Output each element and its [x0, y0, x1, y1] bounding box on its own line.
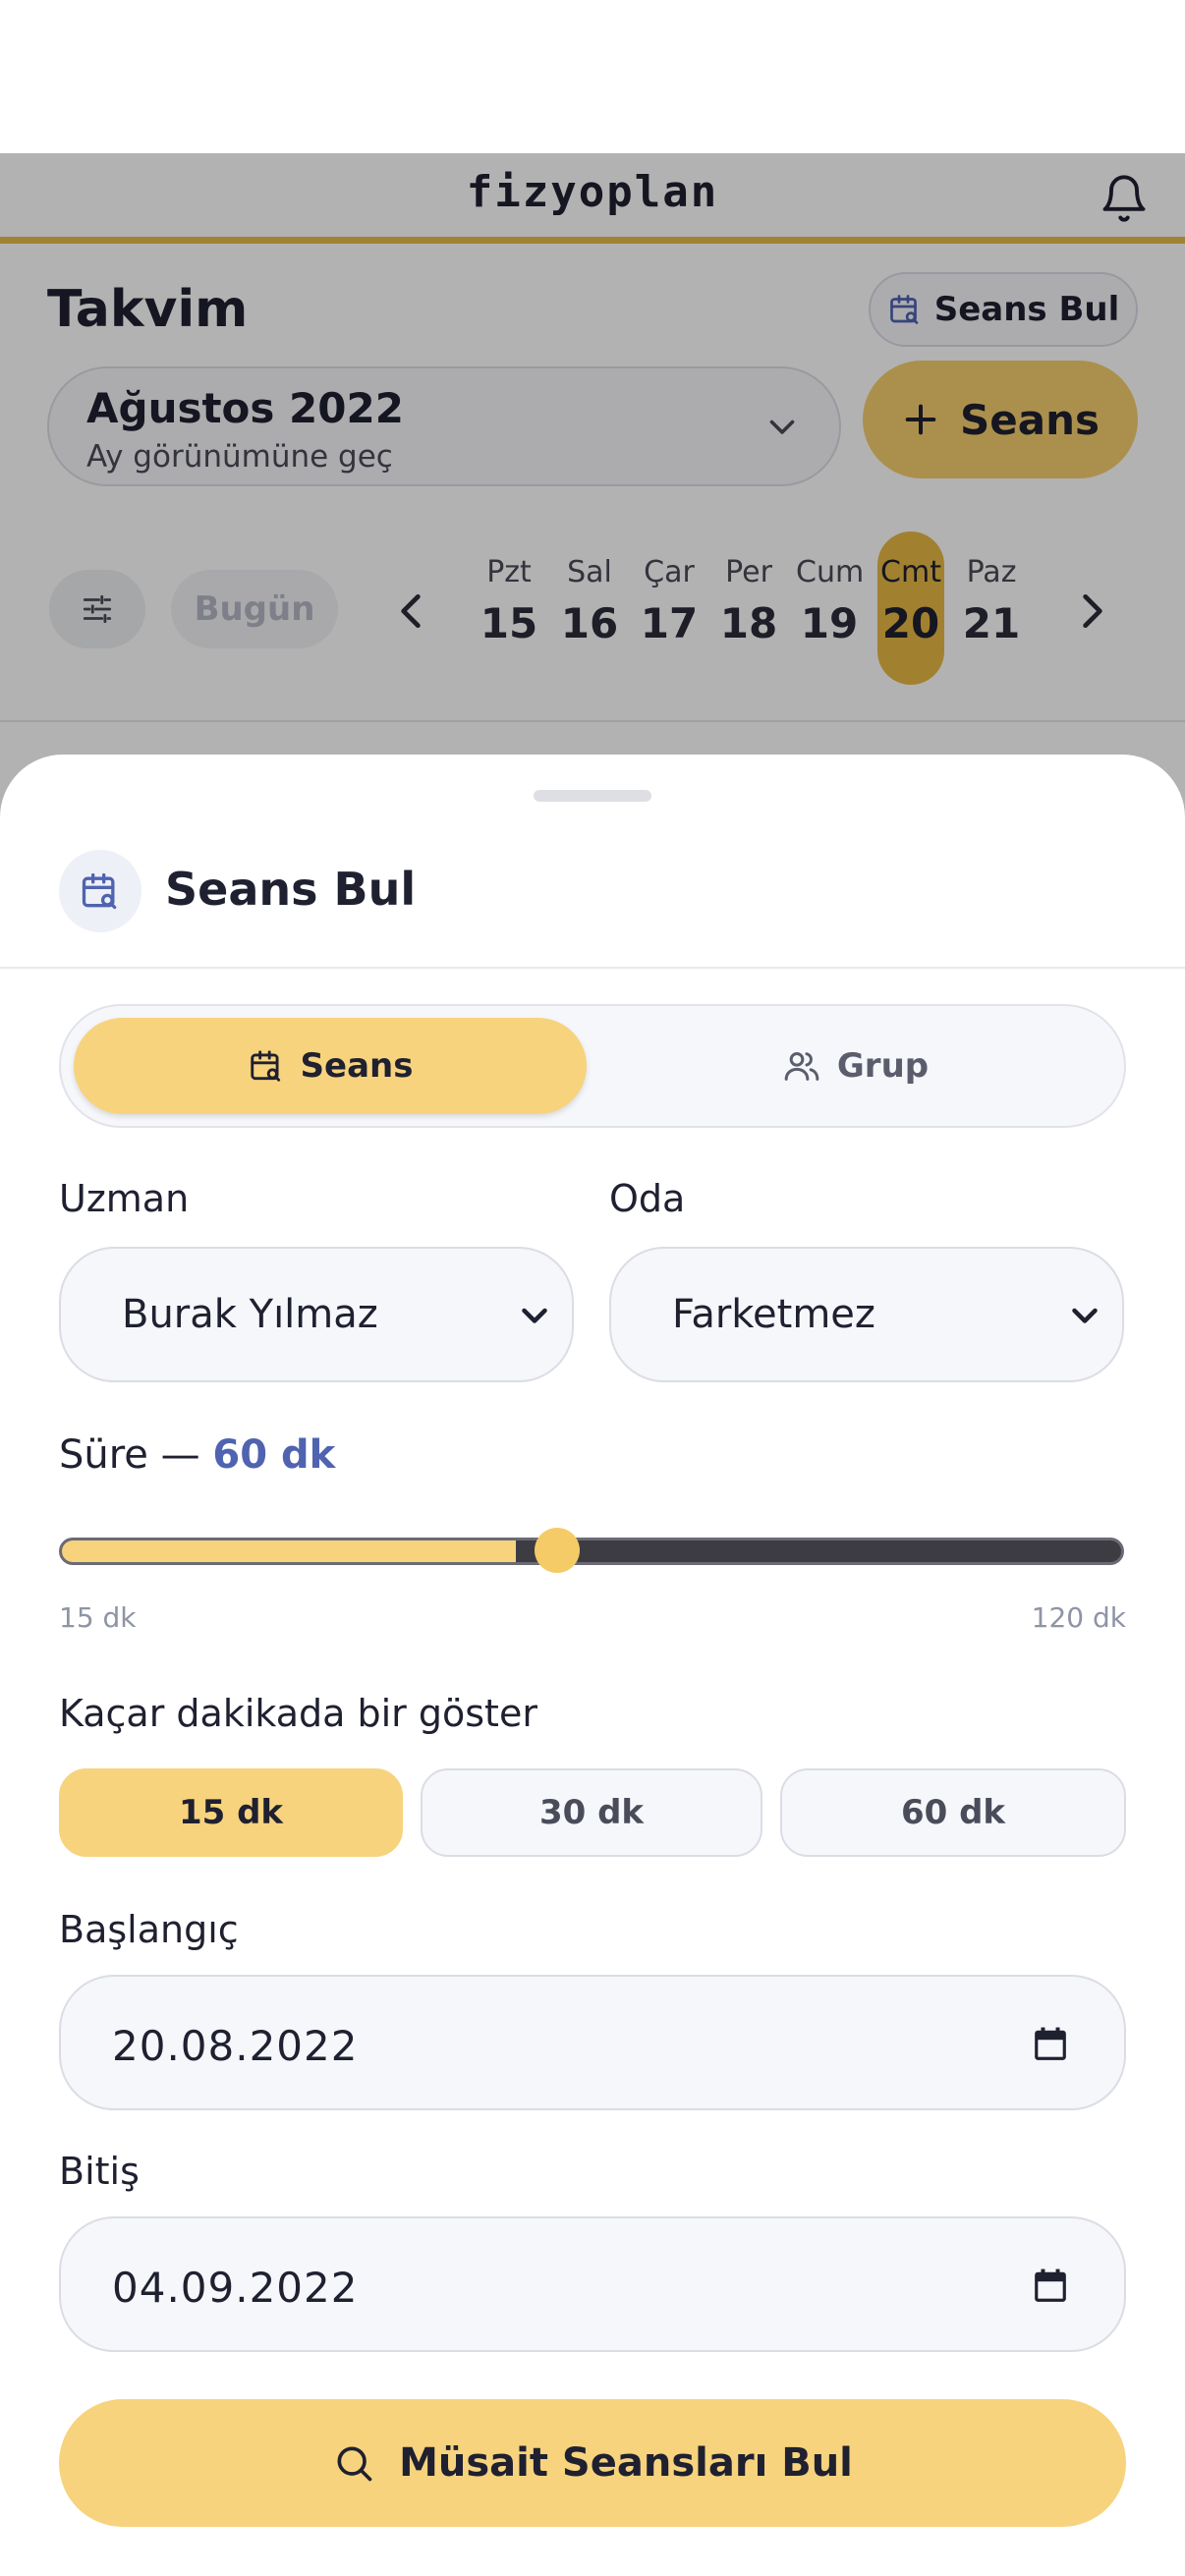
calendar-search-icon — [250, 1050, 280, 1082]
start-date-label: Başlangıç — [59, 1908, 239, 1951]
interval-option-60[interactable]: 60 dk — [780, 1768, 1126, 1857]
slider-max-label: 120 dk — [1031, 1601, 1126, 1634]
duration-slider-fill — [62, 1540, 516, 1562]
sheet-drag-handle[interactable] — [534, 790, 651, 802]
interval-option-15[interactable]: 15 dk — [59, 1768, 403, 1857]
calendar-icon[interactable] — [1032, 2268, 1069, 2305]
find-available-sessions-label: Müsait Seansları Bul — [399, 2440, 853, 2486]
tab-seans[interactable]: Seans — [74, 1018, 587, 1114]
tab-grup-label: Grup — [836, 1046, 930, 1086]
slider-min-label: 15 dk — [59, 1601, 137, 1634]
calendar-search-icon — [82, 872, 117, 910]
find-session-sheet: Seans Bul Seans Grup Uzman Burak Yılmaz … — [0, 755, 1185, 2576]
status-bar — [0, 0, 1185, 153]
end-date-label: Bitiş — [59, 2150, 140, 2193]
duration-label: Süre — 60 dk — [59, 1432, 335, 1478]
specialist-label: Uzman — [59, 1177, 190, 1220]
mode-segmented-control: Seans Grup — [59, 1004, 1126, 1128]
find-available-sessions-button[interactable]: Müsait Seansları Bul — [59, 2399, 1126, 2527]
specialist-select[interactable]: Burak Yılmaz — [59, 1247, 574, 1382]
duration-value: 60 dk — [212, 1432, 336, 1478]
sheet-title: Seans Bul — [165, 863, 417, 916]
tab-seans-label: Seans — [300, 1046, 414, 1086]
duration-prefix: Süre — — [59, 1432, 200, 1478]
room-select[interactable]: Farketmez — [609, 1247, 1124, 1382]
duration-slider-track[interactable] — [59, 1538, 1124, 1565]
interval-label: Kaçar dakikada bir göster — [59, 1692, 537, 1735]
room-label: Oda — [609, 1177, 686, 1220]
tab-grup[interactable]: Grup — [596, 1018, 1114, 1114]
end-date-value: 04.09.2022 — [112, 2264, 359, 2312]
specialist-value: Burak Yılmaz — [122, 1292, 378, 1337]
sheet-icon — [59, 850, 141, 932]
duration-slider-thumb[interactable] — [534, 1528, 580, 1573]
room-value: Farketmez — [672, 1292, 875, 1337]
end-date-input[interactable]: 04.09.2022 — [59, 2216, 1126, 2352]
interval-option-30[interactable]: 30 dk — [421, 1768, 762, 1857]
start-date-value: 20.08.2022 — [112, 2022, 359, 2070]
calendar-icon[interactable] — [1032, 2026, 1069, 2063]
divider — [0, 967, 1185, 969]
search-icon — [337, 2446, 372, 2482]
chevron-down-icon — [522, 1308, 547, 1323]
users-icon — [784, 1052, 819, 1081]
start-date-input[interactable]: 20.08.2022 — [59, 1975, 1126, 2110]
chevron-down-icon — [1072, 1308, 1098, 1323]
